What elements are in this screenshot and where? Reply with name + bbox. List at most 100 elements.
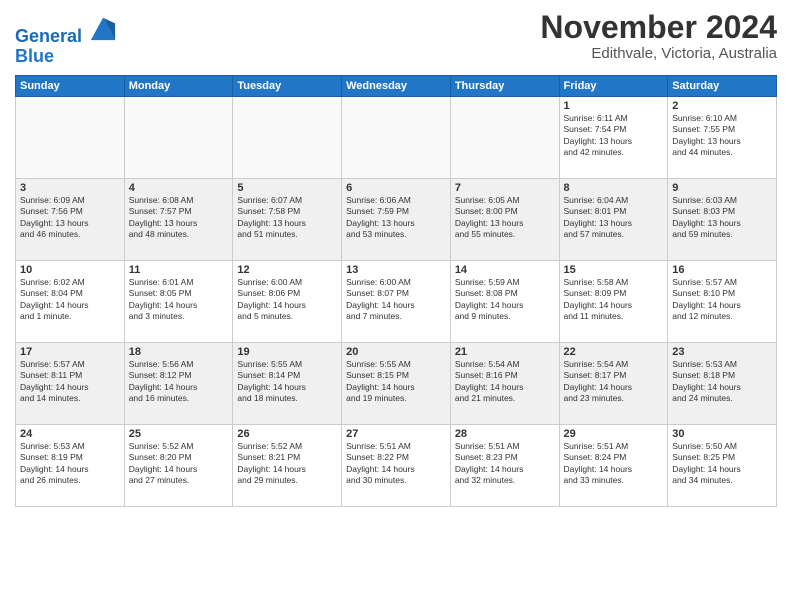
day-info: Sunrise: 5:51 AM Sunset: 8:23 PM Dayligh… — [455, 441, 555, 487]
day-number: 19 — [237, 346, 337, 358]
calendar-cell: 4Sunrise: 6:08 AM Sunset: 7:57 PM Daylig… — [124, 178, 233, 260]
calendar-cell: 12Sunrise: 6:00 AM Sunset: 8:06 PM Dayli… — [233, 260, 342, 342]
day-info: Sunrise: 5:55 AM Sunset: 8:15 PM Dayligh… — [346, 359, 446, 405]
calendar-cell — [233, 96, 342, 178]
day-number: 26 — [237, 428, 337, 440]
calendar-week-3: 10Sunrise: 6:02 AM Sunset: 8:04 PM Dayli… — [16, 260, 777, 342]
calendar-cell: 3Sunrise: 6:09 AM Sunset: 7:56 PM Daylig… — [16, 178, 125, 260]
day-number: 14 — [455, 264, 555, 276]
day-number: 25 — [129, 428, 229, 440]
day-info: Sunrise: 6:11 AM Sunset: 7:54 PM Dayligh… — [564, 113, 664, 159]
logo-blue: Blue — [15, 47, 117, 67]
day-number: 7 — [455, 182, 555, 194]
day-number: 15 — [564, 264, 664, 276]
calendar-cell: 30Sunrise: 5:50 AM Sunset: 8:25 PM Dayli… — [668, 424, 777, 506]
day-number: 24 — [20, 428, 120, 440]
calendar-cell: 6Sunrise: 6:06 AM Sunset: 7:59 PM Daylig… — [342, 178, 451, 260]
day-info: Sunrise: 6:09 AM Sunset: 7:56 PM Dayligh… — [20, 195, 120, 241]
day-number: 21 — [455, 346, 555, 358]
calendar-cell: 1Sunrise: 6:11 AM Sunset: 7:54 PM Daylig… — [559, 96, 668, 178]
day-info: Sunrise: 5:55 AM Sunset: 8:14 PM Dayligh… — [237, 359, 337, 405]
calendar-cell: 27Sunrise: 5:51 AM Sunset: 8:22 PM Dayli… — [342, 424, 451, 506]
logo-text: General — [15, 14, 117, 47]
day-info: Sunrise: 6:04 AM Sunset: 8:01 PM Dayligh… — [564, 195, 664, 241]
calendar-cell: 8Sunrise: 6:04 AM Sunset: 8:01 PM Daylig… — [559, 178, 668, 260]
weekday-header-row: SundayMondayTuesdayWednesdayThursdayFrid… — [16, 75, 777, 96]
calendar-cell: 21Sunrise: 5:54 AM Sunset: 8:16 PM Dayli… — [450, 342, 559, 424]
logo: General Blue — [15, 14, 117, 67]
day-number: 5 — [237, 182, 337, 194]
day-info: Sunrise: 5:53 AM Sunset: 8:18 PM Dayligh… — [672, 359, 772, 405]
calendar-cell — [450, 96, 559, 178]
day-info: Sunrise: 6:10 AM Sunset: 7:55 PM Dayligh… — [672, 113, 772, 159]
day-number: 27 — [346, 428, 446, 440]
day-number: 1 — [564, 100, 664, 112]
day-number: 18 — [129, 346, 229, 358]
day-info: Sunrise: 6:01 AM Sunset: 8:05 PM Dayligh… — [129, 277, 229, 323]
calendar-cell: 16Sunrise: 5:57 AM Sunset: 8:10 PM Dayli… — [668, 260, 777, 342]
day-number: 30 — [672, 428, 772, 440]
weekday-header-monday: Monday — [124, 75, 233, 96]
day-info: Sunrise: 6:07 AM Sunset: 7:58 PM Dayligh… — [237, 195, 337, 241]
calendar-cell: 19Sunrise: 5:55 AM Sunset: 8:14 PM Dayli… — [233, 342, 342, 424]
day-number: 4 — [129, 182, 229, 194]
calendar-cell: 28Sunrise: 5:51 AM Sunset: 8:23 PM Dayli… — [450, 424, 559, 506]
day-number: 17 — [20, 346, 120, 358]
day-info: Sunrise: 5:52 AM Sunset: 8:21 PM Dayligh… — [237, 441, 337, 487]
day-number: 11 — [129, 264, 229, 276]
month-title: November 2024 — [540, 10, 777, 45]
calendar-cell — [342, 96, 451, 178]
day-info: Sunrise: 6:00 AM Sunset: 8:06 PM Dayligh… — [237, 277, 337, 323]
weekday-header-friday: Friday — [559, 75, 668, 96]
day-info: Sunrise: 6:08 AM Sunset: 7:57 PM Dayligh… — [129, 195, 229, 241]
weekday-header-saturday: Saturday — [668, 75, 777, 96]
calendar-cell: 20Sunrise: 5:55 AM Sunset: 8:15 PM Dayli… — [342, 342, 451, 424]
calendar-week-1: 1Sunrise: 6:11 AM Sunset: 7:54 PM Daylig… — [16, 96, 777, 178]
logo-general: General — [15, 26, 82, 46]
day-info: Sunrise: 5:58 AM Sunset: 8:09 PM Dayligh… — [564, 277, 664, 323]
weekday-header-sunday: Sunday — [16, 75, 125, 96]
day-info: Sunrise: 5:56 AM Sunset: 8:12 PM Dayligh… — [129, 359, 229, 405]
day-info: Sunrise: 5:53 AM Sunset: 8:19 PM Dayligh… — [20, 441, 120, 487]
calendar-cell: 22Sunrise: 5:54 AM Sunset: 8:17 PM Dayli… — [559, 342, 668, 424]
calendar-cell: 29Sunrise: 5:51 AM Sunset: 8:24 PM Dayli… — [559, 424, 668, 506]
calendar-cell — [124, 96, 233, 178]
logo-icon — [89, 14, 117, 42]
calendar-cell: 23Sunrise: 5:53 AM Sunset: 8:18 PM Dayli… — [668, 342, 777, 424]
day-number: 16 — [672, 264, 772, 276]
calendar-cell: 5Sunrise: 6:07 AM Sunset: 7:58 PM Daylig… — [233, 178, 342, 260]
page-container: General Blue November 2024 Edithvale, Vi… — [0, 0, 792, 517]
day-number: 20 — [346, 346, 446, 358]
day-number: 6 — [346, 182, 446, 194]
calendar-cell: 18Sunrise: 5:56 AM Sunset: 8:12 PM Dayli… — [124, 342, 233, 424]
calendar-cell — [16, 96, 125, 178]
calendar-cell: 15Sunrise: 5:58 AM Sunset: 8:09 PM Dayli… — [559, 260, 668, 342]
header: General Blue November 2024 Edithvale, Vi… — [15, 10, 777, 67]
day-info: Sunrise: 6:00 AM Sunset: 8:07 PM Dayligh… — [346, 277, 446, 323]
day-info: Sunrise: 5:54 AM Sunset: 8:17 PM Dayligh… — [564, 359, 664, 405]
calendar-week-2: 3Sunrise: 6:09 AM Sunset: 7:56 PM Daylig… — [16, 178, 777, 260]
day-info: Sunrise: 5:59 AM Sunset: 8:08 PM Dayligh… — [455, 277, 555, 323]
day-info: Sunrise: 5:50 AM Sunset: 8:25 PM Dayligh… — [672, 441, 772, 487]
day-info: Sunrise: 6:03 AM Sunset: 8:03 PM Dayligh… — [672, 195, 772, 241]
calendar-week-4: 17Sunrise: 5:57 AM Sunset: 8:11 PM Dayli… — [16, 342, 777, 424]
day-info: Sunrise: 5:52 AM Sunset: 8:20 PM Dayligh… — [129, 441, 229, 487]
day-number: 8 — [564, 182, 664, 194]
title-area: November 2024 Edithvale, Victoria, Austr… — [540, 10, 777, 62]
calendar-cell: 7Sunrise: 6:05 AM Sunset: 8:00 PM Daylig… — [450, 178, 559, 260]
day-info: Sunrise: 5:51 AM Sunset: 8:24 PM Dayligh… — [564, 441, 664, 487]
day-info: Sunrise: 5:54 AM Sunset: 8:16 PM Dayligh… — [455, 359, 555, 405]
calendar-cell: 25Sunrise: 5:52 AM Sunset: 8:20 PM Dayli… — [124, 424, 233, 506]
calendar-cell: 24Sunrise: 5:53 AM Sunset: 8:19 PM Dayli… — [16, 424, 125, 506]
day-number: 10 — [20, 264, 120, 276]
weekday-header-tuesday: Tuesday — [233, 75, 342, 96]
calendar-cell: 17Sunrise: 5:57 AM Sunset: 8:11 PM Dayli… — [16, 342, 125, 424]
calendar-cell: 26Sunrise: 5:52 AM Sunset: 8:21 PM Dayli… — [233, 424, 342, 506]
day-number: 13 — [346, 264, 446, 276]
day-number: 22 — [564, 346, 664, 358]
day-number: 3 — [20, 182, 120, 194]
day-number: 29 — [564, 428, 664, 440]
day-info: Sunrise: 6:06 AM Sunset: 7:59 PM Dayligh… — [346, 195, 446, 241]
location-subtitle: Edithvale, Victoria, Australia — [540, 45, 777, 62]
calendar-cell: 14Sunrise: 5:59 AM Sunset: 8:08 PM Dayli… — [450, 260, 559, 342]
